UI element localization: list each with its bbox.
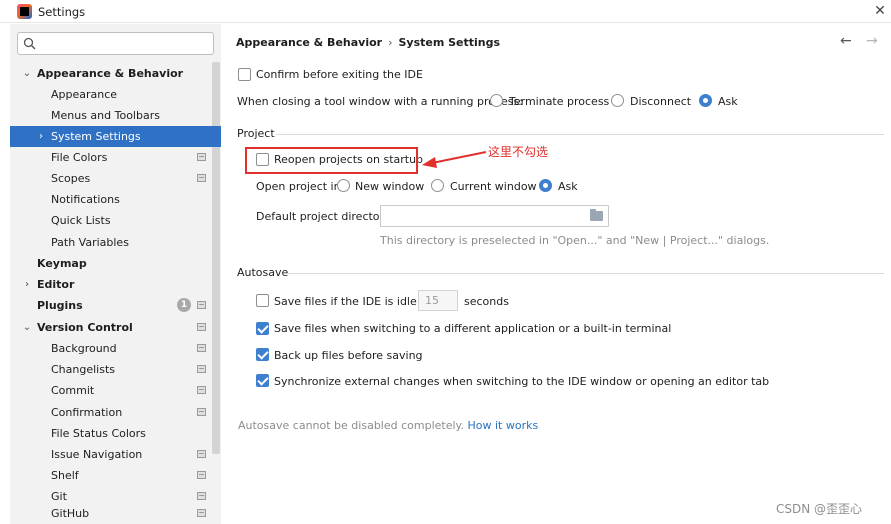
sidebar-item-changelists[interactable]: Changelists <box>10 359 221 380</box>
radio-terminate-process[interactable] <box>490 94 503 107</box>
sidebar-item-menus-toolbars[interactable]: Menus and Toolbars <box>10 105 221 126</box>
chevron-right-icon[interactable]: › <box>36 126 46 147</box>
confirm-exit-checkbox[interactable] <box>238 68 251 81</box>
sidebar-item-path-variables[interactable]: Path Variables <box>10 232 221 253</box>
disconnect-label: Disconnect <box>630 95 692 108</box>
search-icon <box>23 37 36 50</box>
sidebar-item-shelf[interactable]: Shelf <box>10 465 221 486</box>
annotation-arrow-icon <box>422 151 487 168</box>
sidebar-item-appearance-behavior[interactable]: ⌄ Appearance & Behavior <box>10 63 221 84</box>
watermark: CSDN @歪歪心 <box>776 502 863 516</box>
project-scope-icon <box>197 365 206 373</box>
project-scope-icon <box>197 492 206 500</box>
annotation-highlight-box <box>245 147 418 174</box>
project-scope-icon <box>197 301 206 309</box>
sidebar-item-notifications[interactable]: Notifications <box>10 189 221 210</box>
new-window-label: New window <box>355 180 425 193</box>
breadcrumb: Appearance & Behavior › System Settings <box>236 36 500 49</box>
sidebar-item-system-settings[interactable]: › System Settings <box>10 126 221 147</box>
sidebar-item-confirmation[interactable]: Confirmation <box>10 402 221 423</box>
settings-search[interactable] <box>17 32 214 55</box>
autosave-section-title: Autosave <box>237 266 289 279</box>
radio-ask-closing[interactable] <box>699 94 712 107</box>
autosave-note-text: Autosave cannot be disabled completely. <box>238 419 464 432</box>
sidebar-item-keymap[interactable]: Keymap <box>10 253 221 274</box>
terminate-process-label: Terminate process <box>509 95 610 108</box>
project-scope-icon <box>197 450 206 458</box>
ask-closing-label: Ask <box>718 95 738 108</box>
chevron-down-icon[interactable]: ⌄ <box>22 317 32 338</box>
search-input[interactable] <box>42 35 210 52</box>
autosave-note: Autosave cannot be disabled completely. … <box>238 419 538 432</box>
autosave-section-divider <box>287 273 884 274</box>
sidebar-item-editor[interactable]: › Editor <box>10 274 221 295</box>
folder-icon[interactable] <box>590 209 603 221</box>
project-scope-icon <box>197 386 206 394</box>
project-section-title: Project <box>237 127 275 140</box>
sidebar-item-plugins[interactable]: Plugins 1 <box>10 295 221 316</box>
backup-files-label: Back up files before saving <box>274 349 423 362</box>
project-scope-icon <box>197 174 206 182</box>
project-scope-icon <box>197 471 206 479</box>
sidebar-item-file-colors[interactable]: File Colors <box>10 147 221 168</box>
sidebar-item-issue-navigation[interactable]: Issue Navigation <box>10 444 221 465</box>
sidebar-item-version-control[interactable]: ⌄ Version Control <box>10 317 221 338</box>
save-switching-checkbox[interactable] <box>256 322 269 335</box>
idle-seconds-unit: seconds <box>464 295 509 308</box>
window-title: Settings <box>38 5 86 19</box>
project-scope-icon <box>197 323 206 331</box>
radio-disconnect[interactable] <box>611 94 624 107</box>
save-switching-label: Save files when switching to a different… <box>274 322 672 335</box>
save-idle-checkbox[interactable] <box>256 294 269 307</box>
sidebar-item-file-status-colors[interactable]: File Status Colors <box>10 423 221 444</box>
default-directory-field[interactable] <box>380 205 609 227</box>
idle-seconds-input[interactable]: 15 <box>418 290 458 311</box>
radio-new-window[interactable] <box>337 179 350 192</box>
closing-tool-window-label: When closing a tool window with a runnin… <box>237 95 523 108</box>
chevron-right-icon[interactable]: › <box>22 274 32 295</box>
title-bar: Settings ✕ <box>0 0 891 23</box>
project-scope-icon <box>197 408 206 416</box>
save-idle-label: Save files if the IDE is idle for <box>274 295 436 308</box>
current-window-label: Current window <box>450 180 537 193</box>
backup-files-checkbox[interactable] <box>256 348 269 361</box>
project-scope-icon <box>197 153 206 161</box>
breadcrumb-current: System Settings <box>398 36 501 49</box>
close-icon[interactable]: ✕ <box>872 2 888 20</box>
sync-external-checkbox[interactable] <box>256 374 269 387</box>
sidebar-item-appearance[interactable]: Appearance <box>10 84 221 105</box>
open-project-in-label: Open project in <box>256 180 341 193</box>
default-directory-hint: This directory is preselected in "Open..… <box>380 234 770 247</box>
forward-arrow-icon[interactable]: → <box>866 33 878 49</box>
confirm-exit-label: Confirm before exiting the IDE <box>256 68 423 81</box>
sidebar-item-scopes[interactable]: Scopes <box>10 168 221 189</box>
project-section-divider <box>276 134 884 135</box>
update-count-badge: 1 <box>177 298 191 312</box>
radio-ask-open[interactable] <box>539 179 552 192</box>
project-scope-icon <box>197 509 206 517</box>
breadcrumb-separator: › <box>388 36 393 49</box>
sidebar-item-quick-lists[interactable]: Quick Lists <box>10 210 221 231</box>
sidebar-item-github[interactable]: GitHub <box>10 503 221 524</box>
default-directory-label: Default project directory: <box>256 210 394 223</box>
radio-current-window[interactable] <box>431 179 444 192</box>
annotation-text: 这里不勾选 <box>488 145 549 159</box>
project-scope-icon <box>197 344 206 352</box>
chevron-down-icon[interactable]: ⌄ <box>22 63 32 84</box>
how-it-works-link[interactable]: How it works <box>467 419 538 432</box>
sync-external-label: Synchronize external changes when switch… <box>274 375 770 388</box>
app-logo-icon <box>17 4 32 19</box>
ask-open-label: Ask <box>558 180 578 193</box>
breadcrumb-parent[interactable]: Appearance & Behavior <box>236 36 382 49</box>
sidebar-item-background[interactable]: Background <box>10 338 221 359</box>
sidebar-item-commit[interactable]: Commit <box>10 380 221 401</box>
back-arrow-icon[interactable]: ← <box>840 33 852 49</box>
